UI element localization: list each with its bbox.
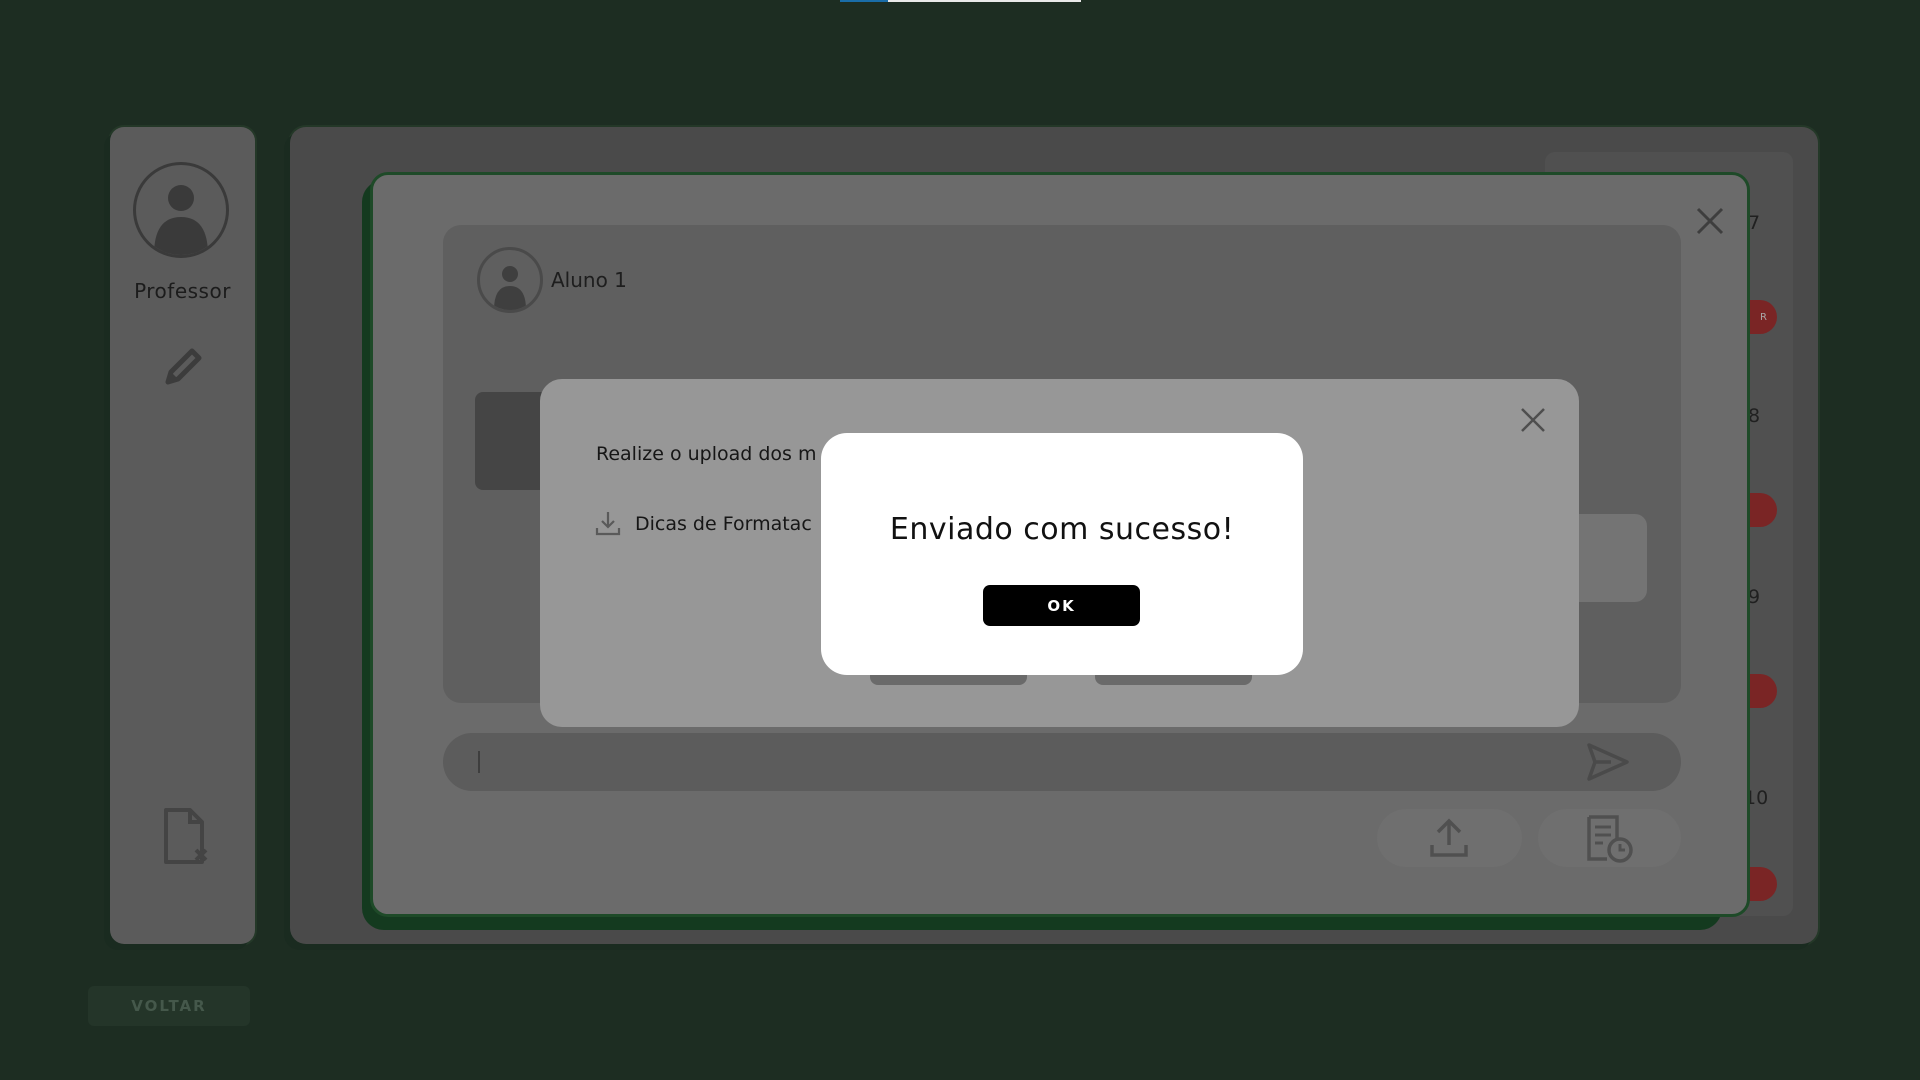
ok-button[interactable]: OK	[983, 585, 1140, 626]
document-icon[interactable]	[160, 807, 212, 865]
student-name: Aluno 1	[551, 268, 627, 292]
pencil-icon[interactable]	[158, 342, 208, 392]
close-icon[interactable]	[1693, 204, 1727, 238]
close-icon[interactable]	[1518, 405, 1548, 435]
document-clock-icon	[1583, 813, 1635, 865]
top-progress-fill	[840, 0, 888, 2]
message-bubble	[1575, 514, 1647, 602]
formatting-tips-link[interactable]: Dicas de Formatac	[635, 513, 812, 535]
professor-avatar[interactable]	[133, 162, 229, 258]
upload-instruction: Realize o upload dos m	[596, 443, 817, 465]
upload-icon	[1426, 815, 1472, 861]
message-input[interactable]	[443, 733, 1681, 791]
success-message: Enviado com sucesso!	[889, 512, 1235, 547]
back-button[interactable]: VOLTAR	[88, 986, 250, 1026]
user-avatar-icon	[154, 185, 208, 255]
message-bubble	[475, 392, 545, 490]
student-avatar	[477, 247, 543, 313]
text-cursor	[478, 751, 480, 773]
success-dialog	[821, 433, 1303, 675]
send-icon[interactable]	[1585, 740, 1631, 784]
profile-name: Professor	[134, 279, 231, 303]
download-icon[interactable]	[594, 509, 622, 537]
user-avatar-icon	[494, 266, 526, 310]
